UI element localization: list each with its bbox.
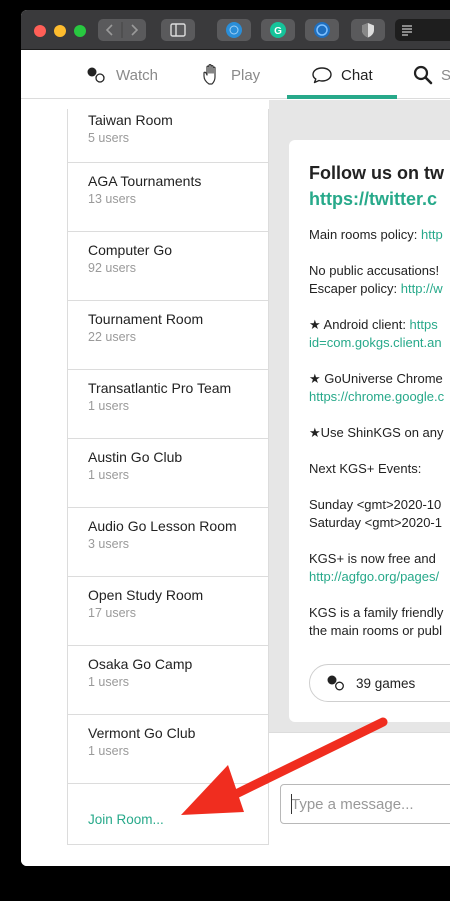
card-heading: Follow us on tw [309,163,444,183]
stones-icon [326,674,346,692]
back-forward-buttons[interactable] [98,19,146,41]
tab-play[interactable]: Play [201,51,260,99]
room-item[interactable]: Open Study Room 17 users [68,577,268,646]
room-name: AGA Tournaments [88,173,202,189]
android-link[interactable]: https [410,317,438,332]
extension-globe-icon [226,22,242,38]
address-bar[interactable] [395,19,450,41]
kgsplus-line: KGS+ is now free and [309,551,436,566]
tab-watch[interactable]: Watch [86,51,158,99]
room-item[interactable]: Austin Go Club 1 users [68,439,268,508]
room-item[interactable]: AGA Tournaments 13 users [68,163,268,232]
grammarly-icon: G [270,22,286,38]
room-item[interactable]: Audio Go Lesson Room 3 users [68,508,268,577]
room-item[interactable]: Computer Go 92 users [68,232,268,301]
room-list: Taiwan Room 5 users AGA Tournaments 13 u… [67,109,269,845]
hand-icon [201,63,223,87]
join-room-link[interactable]: Join Room... [68,794,268,844]
room-item[interactable]: Tournament Room 22 users [68,301,268,370]
games-count: 39 games [356,675,416,691]
extension-circle-icon [314,22,330,38]
room-user-count: 5 users [88,131,129,145]
room-user-count: 22 users [88,330,136,344]
policy-line: Main rooms policy: http [309,227,443,242]
top-nav: Watch Play Chat S [21,51,450,99]
tab-chat-label: Chat [341,66,373,84]
family-line: KGS is a family friendly [309,605,444,620]
sidebar-toggle-button[interactable] [161,19,195,41]
room-item[interactable]: Transatlantic Pro Team 1 users [68,370,268,439]
search-icon [413,65,433,85]
gouniverse-link[interactable]: https://chrome.google.c [309,389,444,404]
event-line: Sunday <gmt>2020-10 [309,497,442,512]
minimize-window-button[interactable] [54,25,66,37]
chat-bubble-icon [311,66,333,84]
room-user-count: 13 users [88,192,136,206]
family-line: the main rooms or publ [309,623,442,638]
room-name: Taiwan Room [88,112,173,128]
room-user-count: 17 users [88,606,136,620]
extension-button-1[interactable] [217,19,251,41]
event-line: Saturday <gmt>2020-1 [309,515,442,530]
room-name: Osaka Go Camp [88,656,193,672]
active-tab-indicator [287,95,397,99]
chat-content: Taiwan Room 5 users AGA Tournaments 13 u… [21,100,450,866]
room-name: Open Study Room [88,587,204,603]
tab-watch-label: Watch [116,66,158,84]
extension-button-3[interactable] [305,19,339,41]
room-name: Audio Go Lesson Room [88,518,237,534]
room-name: Computer Go [88,242,173,258]
shield-icon [362,23,374,38]
browser-toolbar: G [21,10,450,50]
room-name: Transatlantic Pro Team [88,380,232,396]
shinkgs-line: ★Use ShinKGS on any [309,425,444,440]
room-name: Vermont Go Club [88,725,196,741]
reader-icon [402,25,412,36]
tab-search[interactable]: S [413,51,450,99]
android-line: ★ Android client: https [309,317,438,332]
room-user-count: 1 users [88,744,129,758]
close-window-button[interactable] [34,25,46,37]
forward-icon [131,24,139,36]
extension-button-4[interactable] [351,19,385,41]
policy-link[interactable]: http [421,227,443,242]
room-user-count: 92 users [88,261,136,275]
room-user-count: 1 users [88,468,129,482]
svg-text:G: G [274,26,282,37]
room-info-card: Follow us on tw https://twitter.c Main r… [289,140,450,722]
escaper-line: Escaper policy: http://w [309,281,443,296]
room-name: Tournament Room [88,311,204,327]
room-item[interactable]: Vermont Go Club 1 users [68,715,268,784]
text-cursor [291,794,292,814]
browser-window: G Watch Play Chat S Taiwan Room 5 users … [21,10,450,866]
games-button[interactable]: 39 games [309,664,450,702]
maximize-window-button[interactable] [74,25,86,37]
room-item[interactable]: Osaka Go Camp 1 users [68,646,268,715]
back-icon [105,24,113,36]
gouniverse-line: ★ GoUniverse Chrome [309,371,443,386]
room-item[interactable]: Taiwan Room 5 users [68,109,268,163]
stones-icon [86,66,108,84]
tab-play-label: Play [231,66,261,84]
tab-search-label: S [441,66,450,84]
sidebar-icon [170,23,186,37]
twitter-link[interactable]: https://twitter.c [309,186,450,212]
android-link-cont[interactable]: id=com.gokgs.client.an [309,335,442,350]
room-user-count: 1 users [88,399,129,413]
room-name: Austin Go Club [88,449,183,465]
message-input[interactable] [280,784,450,824]
accusations-line: No public accusations! [309,263,440,278]
kgsplus-link[interactable]: http://agfgo.org/pages/ [309,569,439,584]
events-heading: Next KGS+ Events: [309,461,422,476]
room-user-count: 1 users [88,675,129,689]
tab-chat[interactable]: Chat [311,51,373,99]
escaper-link[interactable]: http://w [401,281,443,296]
room-user-count: 3 users [88,537,129,551]
extension-button-2[interactable]: G [261,19,295,41]
